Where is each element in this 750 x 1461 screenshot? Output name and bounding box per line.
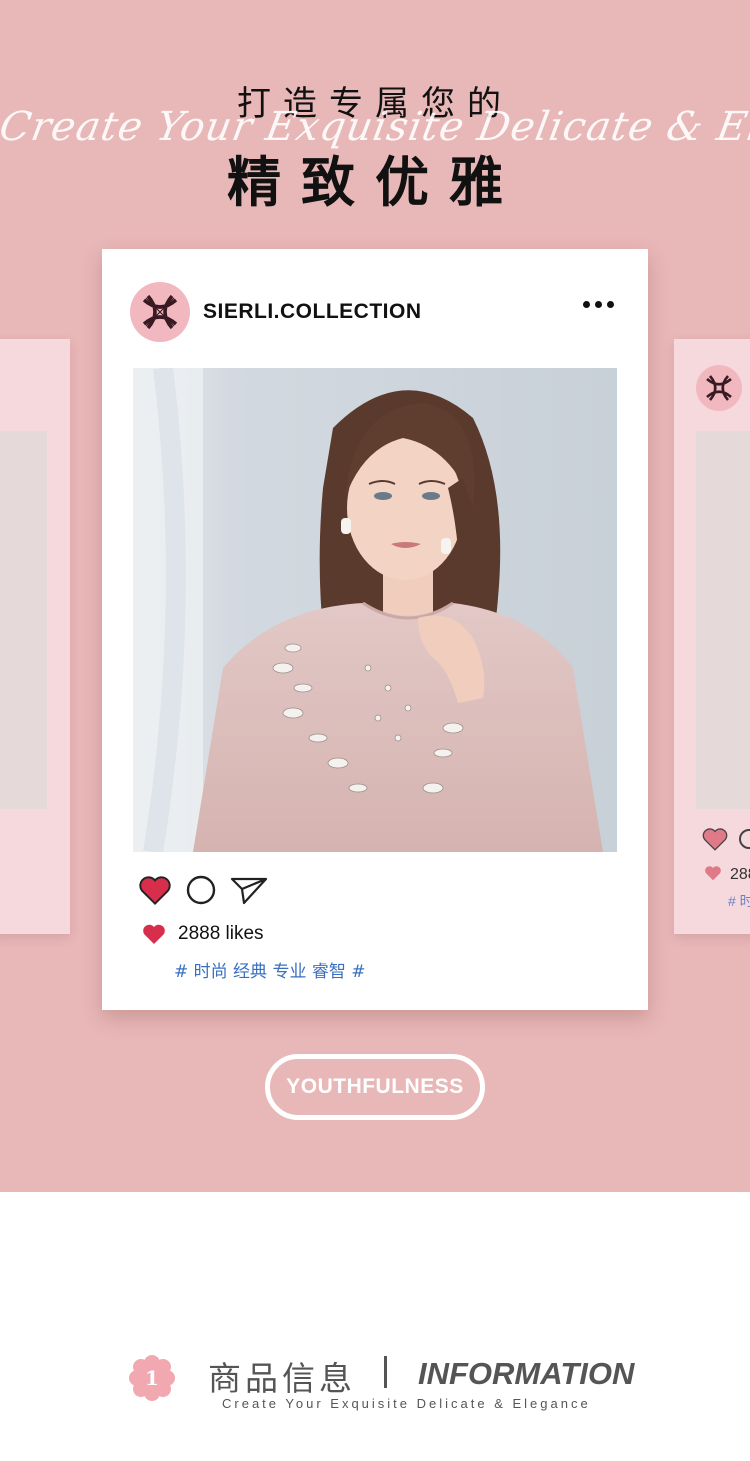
share-icon [230, 877, 268, 905]
post-tags[interactable]: # 时尚 经典 专业 睿智 # [174, 957, 366, 982]
heart-icon [143, 924, 165, 944]
info-divider [384, 1356, 387, 1388]
side-card-left-image [0, 431, 47, 809]
avatar[interactable] [130, 282, 190, 342]
side-likes-text: 288 [730, 866, 750, 883]
more-icon[interactable] [583, 301, 614, 308]
post-card: SIERLI.COLLECTION 2888 likes # 时尚 经典 专业 … [102, 249, 648, 1010]
side-tags-text: # 时 [728, 893, 750, 909]
heart-icon [702, 828, 728, 851]
hero-section: 打造专属您的 Create Your Exquisite Delicate & … [0, 0, 750, 1192]
post-actions [138, 875, 268, 905]
info-cn-title: 商品信息 [208, 1359, 356, 1398]
hero-title-line2: 精致优雅 [227, 151, 523, 214]
side-avatar [696, 365, 742, 411]
post-photo [133, 368, 617, 852]
share-button[interactable] [230, 875, 268, 905]
model-photo-illustration [133, 368, 617, 852]
likes-row: 2888 likes [142, 923, 264, 945]
like-button[interactable] [138, 875, 172, 905]
post-username[interactable]: SIERLI.COLLECTION [203, 300, 422, 324]
heart-icon [139, 876, 171, 905]
info-number: 1 [145, 1366, 159, 1390]
comment-button[interactable] [186, 875, 216, 905]
heart-icon [705, 866, 721, 881]
info-header: 1 商品信息 INFORMATION Create Your Exquisite… [0, 1340, 750, 1430]
youthfulness-button[interactable]: YOUTHFULNESS [265, 1054, 485, 1120]
brand-logo-icon [142, 294, 178, 330]
flower-icon: 1 [129, 1355, 175, 1401]
flower-badge: 1 [128, 1354, 176, 1407]
comment-icon [739, 829, 750, 849]
side-card-right: 288 # 时 [674, 339, 750, 934]
likes-count: 2888 likes [178, 923, 264, 944]
side-card-right-image [696, 431, 750, 809]
info-subtitle: Create Your Exquisite Delicate & Eleganc… [222, 1396, 591, 1411]
info-en-title: INFORMATION [418, 1356, 635, 1391]
brand-logo-icon [706, 375, 732, 401]
side-card-left [0, 339, 70, 934]
comment-icon [186, 875, 216, 905]
